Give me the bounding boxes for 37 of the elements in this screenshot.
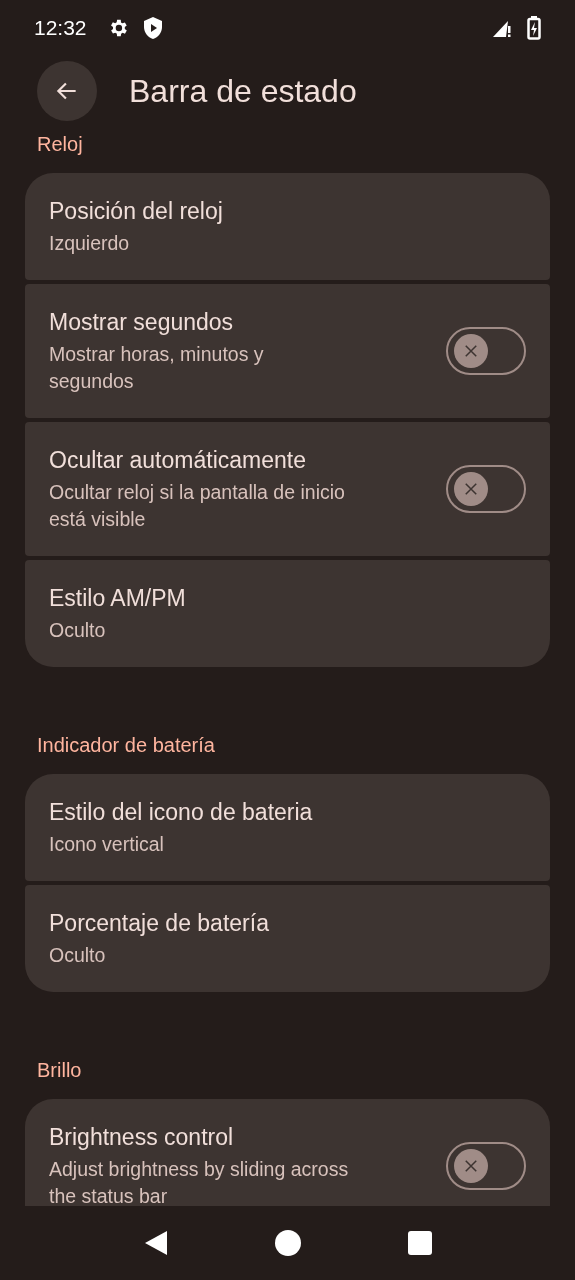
status-time: 12:32 <box>34 15 87 40</box>
item-title: Ocultar automáticamente <box>49 446 307 475</box>
item-summary: Izquierdo <box>49 231 131 256</box>
section-header: Brillo <box>36 1058 83 1083</box>
item-summary: Adjust brightness by sliding across the status bar <box>49 1157 349 1206</box>
item-summary: Oculto <box>49 943 107 968</box>
section-header: Indicador de batería <box>36 733 216 758</box>
toggle-switch[interactable] <box>446 327 526 375</box>
item-summary: Mostrar horas, minutos y segundos <box>49 342 265 394</box>
close-icon <box>462 1157 480 1175</box>
recents-nav-icon[interactable] <box>407 1231 432 1255</box>
item-title: Mostrar segundos <box>49 308 235 337</box>
item-summary: Oculto <box>49 618 107 643</box>
item-title: Posición del reloj <box>49 197 224 226</box>
close-icon <box>462 342 480 360</box>
item-title: Porcentaje de batería <box>49 909 270 938</box>
settings-item[interactable]: Brightness control Adjust brightness by sliding across the status bar <box>25 1099 550 1206</box>
settings-item[interactable]: Estilo del icono de bateria Icono vertical <box>25 774 550 881</box>
home-nav-icon[interactable] <box>275 1230 302 1256</box>
item-summary: Ocultar reloj si la pantalla de inicio está visible <box>49 480 346 532</box>
item-title: Estilo AM/PM <box>49 584 187 613</box>
settings-item[interactable]: Estilo AM/PM Oculto <box>25 560 550 667</box>
section-header: Reloj <box>36 132 84 157</box>
settings-item[interactable]: Mostrar segundos Mostrar horas, minutos y segundos <box>25 284 550 418</box>
item-title: Estilo del icono de bateria <box>49 798 314 827</box>
toggle-switch[interactable] <box>446 465 526 513</box>
settings-item[interactable]: Ocultar automáticamente Ocultar reloj si la pantalla de inicio está visible <box>25 422 550 556</box>
close-icon <box>462 480 480 498</box>
battery-charging-icon <box>527 15 541 40</box>
shield-icon <box>142 16 163 39</box>
settings-item[interactable]: Porcentaje de batería Oculto <box>25 885 550 992</box>
back-nav-icon[interactable] <box>143 1229 170 1257</box>
toggle-switch[interactable] <box>446 1142 526 1190</box>
page-title: Barra de estado <box>129 72 357 110</box>
item-title: Brightness control <box>49 1123 235 1152</box>
item-summary: Icono vertical <box>49 832 165 857</box>
settings-item[interactable]: Posición del reloj Izquierdo <box>25 173 550 280</box>
